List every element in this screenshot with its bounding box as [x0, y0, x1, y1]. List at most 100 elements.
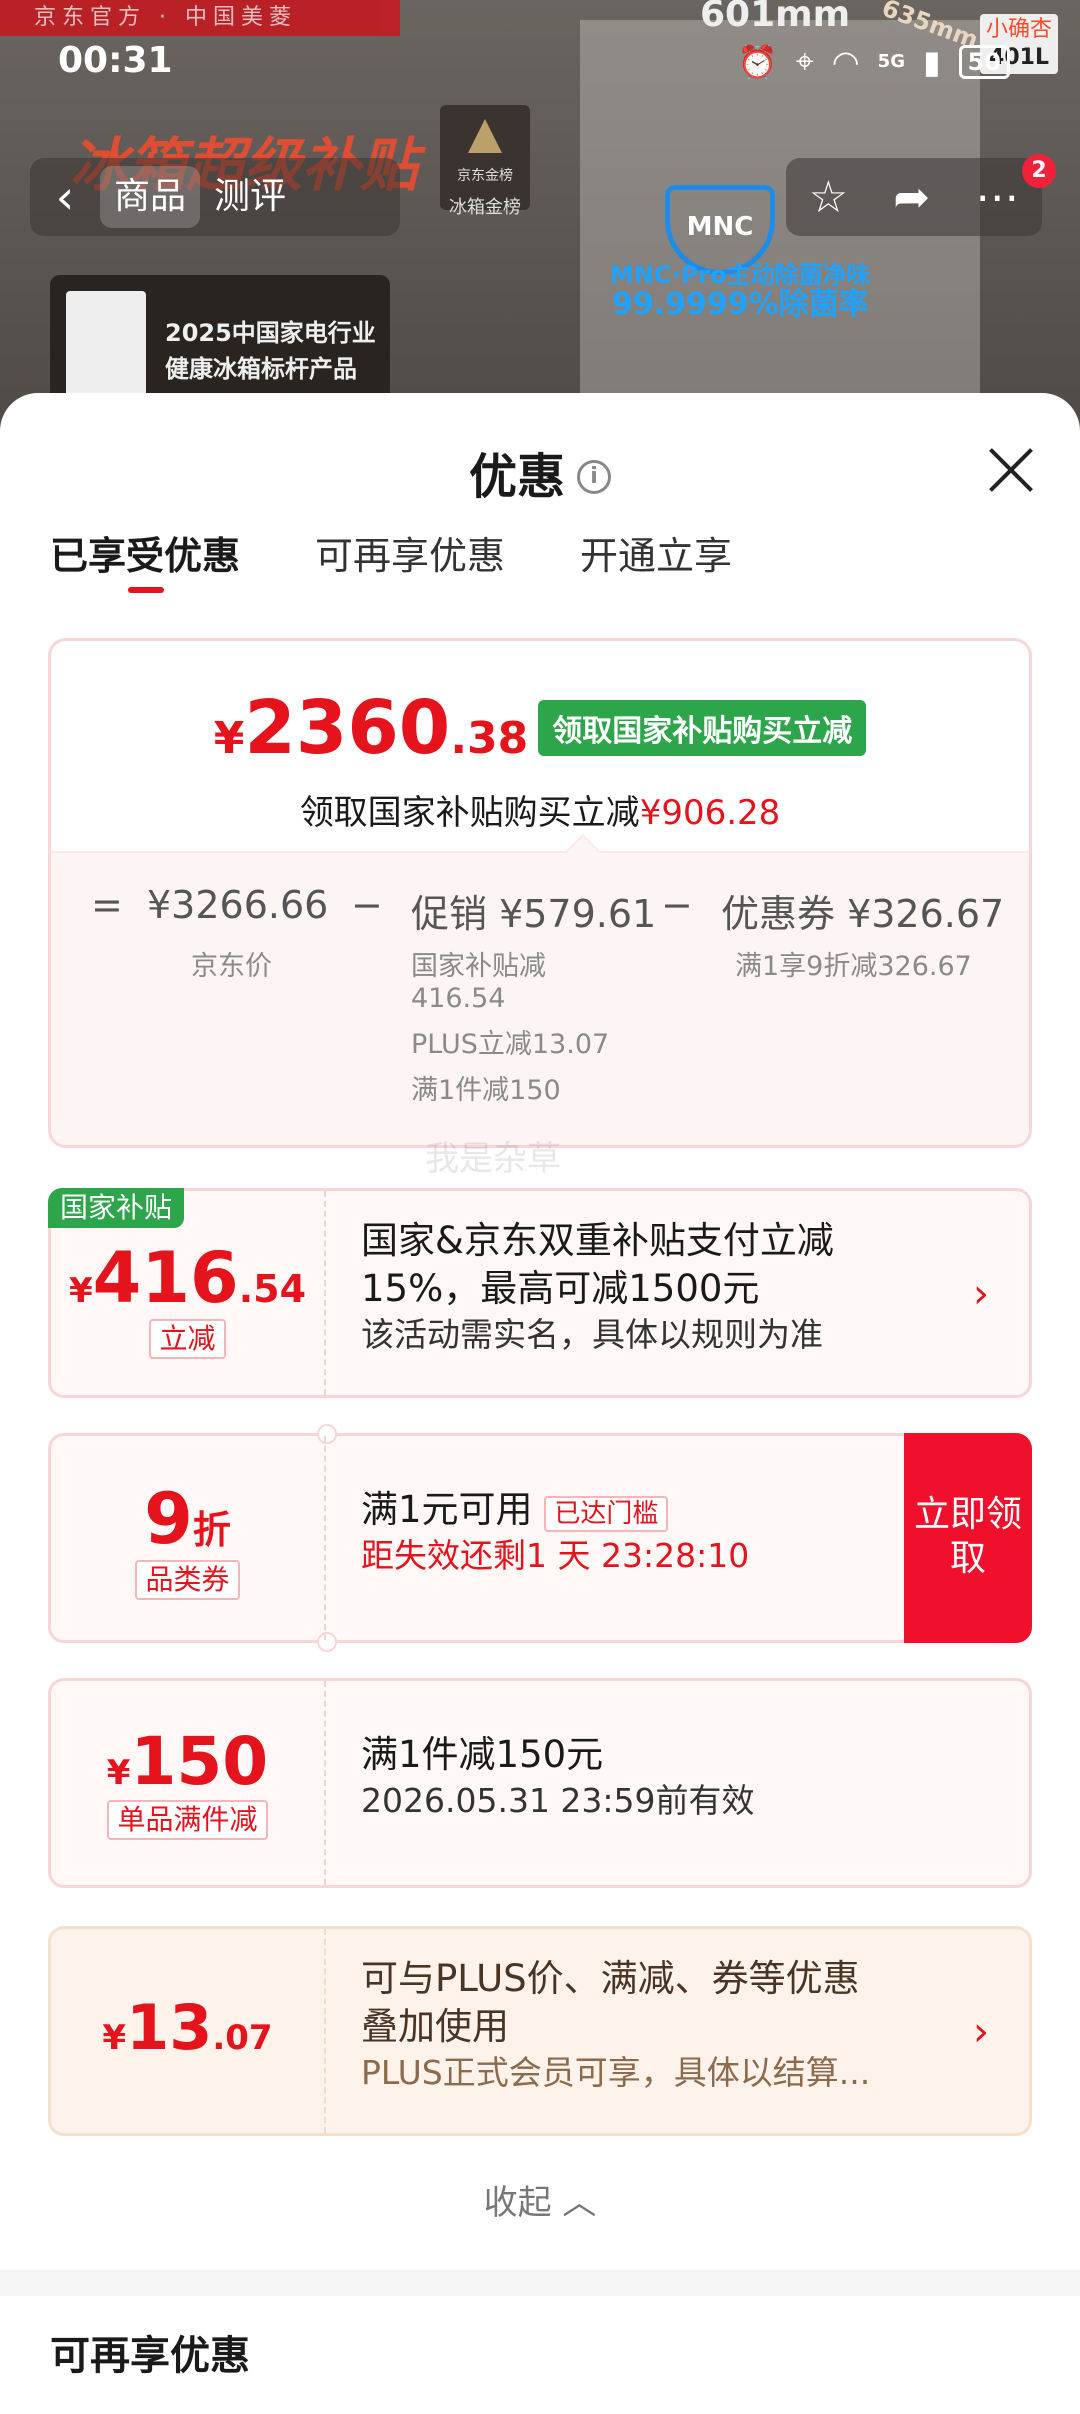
- coupon-type-tag: 品类券: [135, 1560, 240, 1600]
- currency: ¥: [102, 2018, 127, 2058]
- status-time: 00:31: [58, 40, 173, 81]
- currency: ¥: [68, 1271, 93, 1311]
- sheet-header: 优惠 i: [0, 393, 1080, 505]
- gov-subsidy-chip: 领取国家补贴购买立减: [538, 700, 867, 756]
- category-coupon-card[interactable]: 9折 品类券 满1元可用 已达门槛 距失效还剩1 天 23:28:10 立即领取: [48, 1424, 1032, 1652]
- back-arrow-icon[interactable]: ‹: [30, 170, 100, 224]
- amount-dec: .54: [238, 1267, 307, 1311]
- price-dec: .38: [450, 713, 529, 764]
- card-desc: 可与PLUS价、满减、券等优惠 叠加使用 PLUS正式会员可享，具体以结算...: [361, 1929, 959, 2133]
- discount-tabs: 已享受优惠 可再享优惠 开通立享: [0, 503, 1080, 613]
- card-line: 15%，最高可减1500元: [361, 1267, 760, 1310]
- tab-more-available[interactable]: 可再享优惠: [315, 525, 505, 580]
- cert-line: 健康冰箱标杆产品: [165, 355, 357, 383]
- currency: ¥: [106, 1753, 131, 1793]
- badge-label: 冰箱金榜: [449, 197, 521, 218]
- amount-int: 416: [92, 1237, 239, 1319]
- jd-price-label: 京东价: [191, 951, 272, 982]
- currency: ¥: [213, 713, 245, 764]
- card-line: 满1件减150元: [361, 1733, 604, 1776]
- single-item-discount-card[interactable]: ¥150 单品满件减 满1件减150元 2026.05.31 23:59前有效: [48, 1678, 1032, 1888]
- amount-dec: .07: [212, 2018, 273, 2058]
- status-icons: ⏰ ⌖ ◠ 5G ▮ 50: [738, 42, 1010, 81]
- minus-sign: −: [351, 883, 383, 927]
- notification-badge: 2: [1022, 154, 1056, 188]
- card-desc: 满1件减150元 2026.05.31 23:59前有效: [361, 1681, 959, 1885]
- section-divider: [0, 2270, 1080, 2296]
- threshold-reached-badge: 已达门槛: [544, 1496, 669, 1532]
- collapse-label: 收起: [483, 2183, 552, 2223]
- discount-tag: 单品满件减: [107, 1800, 268, 1840]
- close-button[interactable]: [986, 445, 1036, 495]
- watermark: 我是杂草: [425, 1139, 561, 1179]
- chevron-right-icon: ›: [973, 2009, 989, 2055]
- alarm-icon: ⏰: [737, 42, 778, 81]
- card-desc: 满1元可用 已达门槛 距失效还剩1 天 23:28:10: [361, 1436, 889, 1640]
- card-line: 可与PLUS价、满减、券等优惠: [361, 1957, 860, 2000]
- mnc-line: MNC·Pro主动除菌净味: [610, 261, 871, 289]
- minus-sign: −: [661, 883, 693, 927]
- save-amount: ¥906.28: [639, 793, 781, 833]
- mnc-rate: 99.9999%除菌率: [611, 287, 869, 322]
- promo-detail-line: PLUS立减13.07: [411, 1029, 610, 1060]
- price-breakdown: = ¥3266.66 京东价 − 促销 ¥579.61 国家补贴减 416.54…: [51, 834, 1029, 1145]
- chevron-right-icon: ›: [973, 1271, 989, 1317]
- coupon-total: 优惠券 ¥326.67: [721, 892, 1005, 936]
- cert-line: 2025中国家电行业: [165, 319, 376, 347]
- card-amount: 9折 品类券: [51, 1436, 326, 1640]
- card-amount: ¥150 单品满件减: [51, 1681, 326, 1885]
- plus-discount-card[interactable]: ¥13.07 可与PLUS价、满减、券等优惠 叠加使用 PLUS正式会员可享，具…: [48, 1926, 1032, 2136]
- info-icon[interactable]: i: [577, 460, 611, 494]
- discount-amount: ¥150: [51, 1723, 324, 1800]
- jd-price: ¥3266.66: [147, 883, 329, 927]
- star-icon[interactable]: ☆: [809, 172, 848, 223]
- ranking-badge: 京东金榜 冰箱金榜: [440, 105, 530, 218]
- card-amount: ¥13.07: [51, 1929, 326, 2133]
- location-icon: ⌖: [795, 42, 814, 80]
- card-line: PLUS正式会员可享，具体以结算...: [361, 2053, 871, 2092]
- card-line: 国家&京东双重补贴支付立减: [361, 1219, 834, 1262]
- card-line: 满1元可用 已达门槛: [361, 1486, 889, 1534]
- discount-amount: ¥13.07: [51, 1991, 324, 2064]
- final-price: ¥2360.38: [214, 685, 529, 771]
- section-title: 可再享优惠: [50, 2333, 250, 2379]
- promo-detail-line: 满1件减150: [411, 1075, 561, 1106]
- final-price-area: ¥2360.38 领取国家补贴购买立减 领取国家补贴购买立减¥906.28: [51, 641, 1029, 851]
- sheet-title: 优惠: [468, 449, 565, 505]
- tab-activate[interactable]: 开通立享: [580, 525, 732, 580]
- amount-unit: 折: [192, 1508, 231, 1552]
- save-prefix: 领取国家补贴购买立减: [299, 793, 640, 833]
- promo-total: 促销 ¥579.61: [411, 892, 657, 936]
- more-icon[interactable]: ⋯: [975, 172, 1019, 223]
- promo-detail-line: 国家补贴减: [411, 951, 546, 982]
- wifi-icon: ◠: [831, 42, 860, 81]
- status-bar: 00:31 ⏰ ⌖ ◠ 5G ▮ 50: [0, 0, 1080, 120]
- amount-int: 13: [126, 1991, 213, 2064]
- coupon-detail: 满1享9折减326.67: [735, 951, 972, 982]
- discount-amount: ¥416.54: [51, 1237, 324, 1319]
- price-summary: ¥2360.38 领取国家补贴购买立减 领取国家补贴购买立减¥906.28 = ¥…: [48, 638, 1032, 1148]
- card-line: 叠加使用: [361, 2005, 509, 2048]
- tab-enjoyed[interactable]: 已享受优惠: [50, 525, 240, 593]
- discount-tag: 立减: [149, 1319, 226, 1359]
- card-desc: 国家&京东双重补贴支付立减 15%，最高可减1500元 该活动需实名，具体以规则…: [361, 1191, 959, 1395]
- mnc-label: MNC·Pro主动除菌净味 99.9999%除菌率: [610, 260, 871, 320]
- battery-icon: 50: [958, 44, 1010, 79]
- promo-detail-line: 416.54: [411, 983, 506, 1014]
- equals-sign: =: [91, 883, 123, 927]
- card-line: 该活动需实名，具体以规则为准: [361, 1315, 823, 1354]
- amount-int: 9: [144, 1478, 193, 1560]
- countdown-text: 距失效还剩1 天 23:28:10: [361, 1536, 750, 1575]
- signal-icon: ▮: [922, 42, 941, 81]
- share-icon[interactable]: ➦: [893, 172, 930, 223]
- tab-product[interactable]: 商品: [100, 166, 201, 228]
- badge-brand: 京东金榜: [457, 168, 513, 184]
- tab-review[interactable]: 测评: [200, 166, 300, 228]
- claim-button[interactable]: 立即领取: [904, 1433, 1032, 1643]
- action-bar: ☆ ➦ ⋯: [786, 158, 1042, 236]
- gov-subsidy-card[interactable]: 国家补贴 ¥416.54 立减 国家&京东双重补贴支付立减 15%，最高可减15…: [48, 1188, 1032, 1398]
- collapse-button[interactable]: 收起 ︿: [0, 2175, 1080, 2224]
- save-line: 领取国家补贴购买立减¥906.28: [51, 785, 1029, 834]
- certificate-icon: [66, 291, 146, 401]
- discount-sheet: 优惠 i 已享受优惠 可再享优惠 开通立享 ¥2360.38 领取国家补贴购买立减 …: [0, 393, 1080, 2414]
